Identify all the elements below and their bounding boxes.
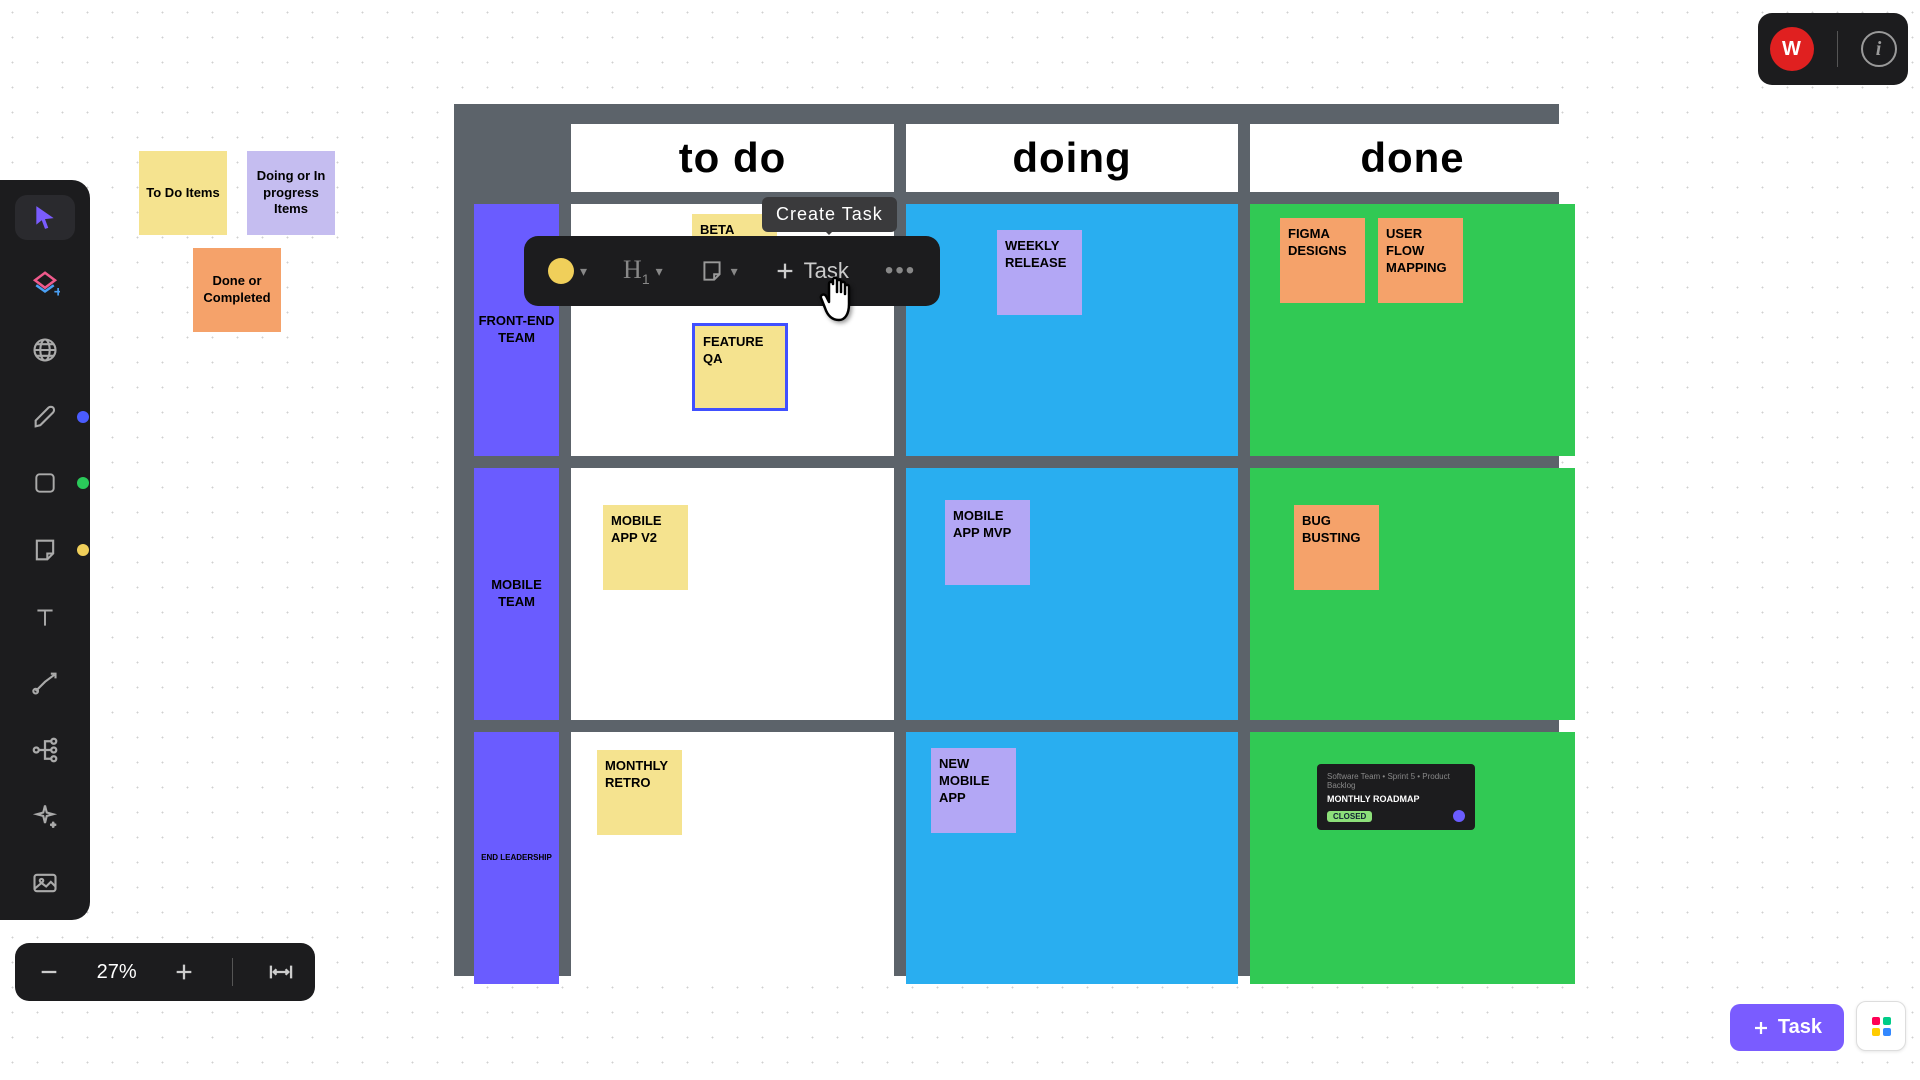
mindmap-tool[interactable]	[15, 727, 75, 772]
column-header-done: done	[1250, 124, 1575, 192]
select-tool[interactable]	[15, 195, 75, 240]
zoom-out-button[interactable]	[29, 952, 69, 992]
sticky-note[interactable]: BUG BUSTING	[1294, 505, 1379, 590]
sticky-tool[interactable]	[15, 528, 75, 573]
image-tool[interactable]	[15, 860, 75, 905]
user-avatar[interactable]: W	[1770, 27, 1814, 71]
avatar-initial: W	[1782, 38, 1801, 61]
pen-tool[interactable]	[15, 395, 75, 440]
cell-mobile-todo[interactable]: MOBILE APP V2	[571, 468, 894, 720]
sticky-note[interactable]: FIGMA DESIGNS	[1280, 218, 1365, 303]
ctx-task-label: Task	[804, 258, 849, 284]
apps-button[interactable]	[1856, 1001, 1906, 1051]
cell-leadership-doing[interactable]: NEW MOBILE APP	[906, 732, 1238, 984]
zoom-level: 27%	[97, 961, 137, 984]
cell-frontend-done[interactable]: FIGMA DESIGNS USER FLOW MAPPING	[1250, 204, 1575, 456]
sticky-note-selected[interactable]: FEATURE QA	[695, 326, 785, 408]
zoom-in-button[interactable]	[164, 952, 204, 992]
zoom-bar: 27%	[15, 943, 315, 1001]
sticky-note[interactable]: NEW MOBILE APP	[931, 748, 1016, 833]
ctx-heading-picker[interactable]: H1 ▾	[613, 236, 673, 306]
kanban-board: to do doing done FRONT-END TEAM BETA LAU…	[454, 104, 1559, 976]
task-button-label: Task	[1778, 1016, 1822, 1039]
row-header-leadership: END LEADERSHIP	[474, 732, 559, 984]
sticky-note[interactable]: MONTHLY RETRO	[597, 750, 682, 835]
ctx-create-task[interactable]: Task	[764, 236, 859, 306]
legend-label: To Do Items	[146, 185, 219, 202]
sticky-note[interactable]: USER FLOW MAPPING	[1378, 218, 1463, 303]
card-assignee-avatar	[1453, 810, 1465, 822]
more-icon: •••	[885, 257, 916, 285]
context-toolbar: ▾ H1 ▾ ▾ Task •••	[524, 236, 940, 306]
sticky-note[interactable]: MOBILE APP MVP	[945, 500, 1030, 585]
text-tool[interactable]	[15, 594, 75, 639]
templates-tool[interactable]: +	[15, 262, 75, 307]
legend-done[interactable]: Done or Completed	[193, 248, 281, 332]
card-tags: Software Team • Sprint 5 • Product Backl…	[1327, 772, 1465, 790]
column-header-todo: to do	[571, 124, 894, 192]
legend-doing[interactable]: Doing or In progress Items	[247, 151, 335, 235]
shape-tool[interactable]	[15, 461, 75, 506]
card-status-pill: CLOSED	[1327, 811, 1372, 822]
top-right-bar: W i	[1758, 13, 1908, 85]
svg-text:+: +	[54, 283, 60, 299]
apps-grid-icon	[1872, 1017, 1891, 1036]
heading-icon: H1	[623, 255, 650, 287]
cell-frontend-doing[interactable]: WEEKLY RELEASE	[906, 204, 1238, 456]
done-task-card[interactable]: Software Team • Sprint 5 • Product Backl…	[1317, 764, 1475, 830]
ai-tool[interactable]	[15, 794, 75, 839]
create-task-tooltip: Create Task	[762, 197, 897, 232]
ctx-note-options[interactable]: ▾	[689, 236, 748, 306]
cell-mobile-doing[interactable]: MOBILE APP MVP	[906, 468, 1238, 720]
legend-todo[interactable]: To Do Items	[139, 151, 227, 235]
column-header-doing: doing	[906, 124, 1238, 192]
legend-label: Doing or In progress Items	[253, 168, 329, 219]
ctx-more-button[interactable]: •••	[875, 236, 926, 306]
chevron-down-icon: ▾	[580, 263, 587, 280]
color-swatch-icon	[548, 258, 574, 284]
plus-icon	[1752, 1019, 1770, 1037]
cell-mobile-done[interactable]: BUG BUSTING	[1250, 468, 1575, 720]
info-button[interactable]: i	[1861, 31, 1897, 67]
left-toolbar: +	[0, 180, 90, 920]
plus-icon	[774, 260, 796, 282]
create-task-button[interactable]: Task	[1730, 1004, 1844, 1051]
sticky-note[interactable]: MOBILE APP V2	[603, 505, 688, 590]
card-title: MONTHLY ROADMAP	[1327, 794, 1465, 804]
cell-leadership-todo[interactable]: MONTHLY RETRO	[571, 732, 894, 984]
chevron-down-icon: ▾	[731, 263, 738, 280]
connector-tool[interactable]	[15, 661, 75, 706]
ctx-color-picker[interactable]: ▾	[538, 236, 597, 306]
sticky-note[interactable]: WEEKLY RELEASE	[997, 230, 1082, 315]
legend-label: Done or Completed	[199, 273, 275, 307]
sticky-icon	[699, 258, 725, 284]
cell-leadership-done[interactable]: Software Team • Sprint 5 • Product Backl…	[1250, 732, 1575, 984]
chevron-down-icon: ▾	[656, 263, 663, 280]
row-header-mobile: MOBILE TEAM	[474, 468, 559, 720]
zoom-fit-button[interactable]	[261, 952, 301, 992]
web-tool[interactable]	[15, 328, 75, 373]
